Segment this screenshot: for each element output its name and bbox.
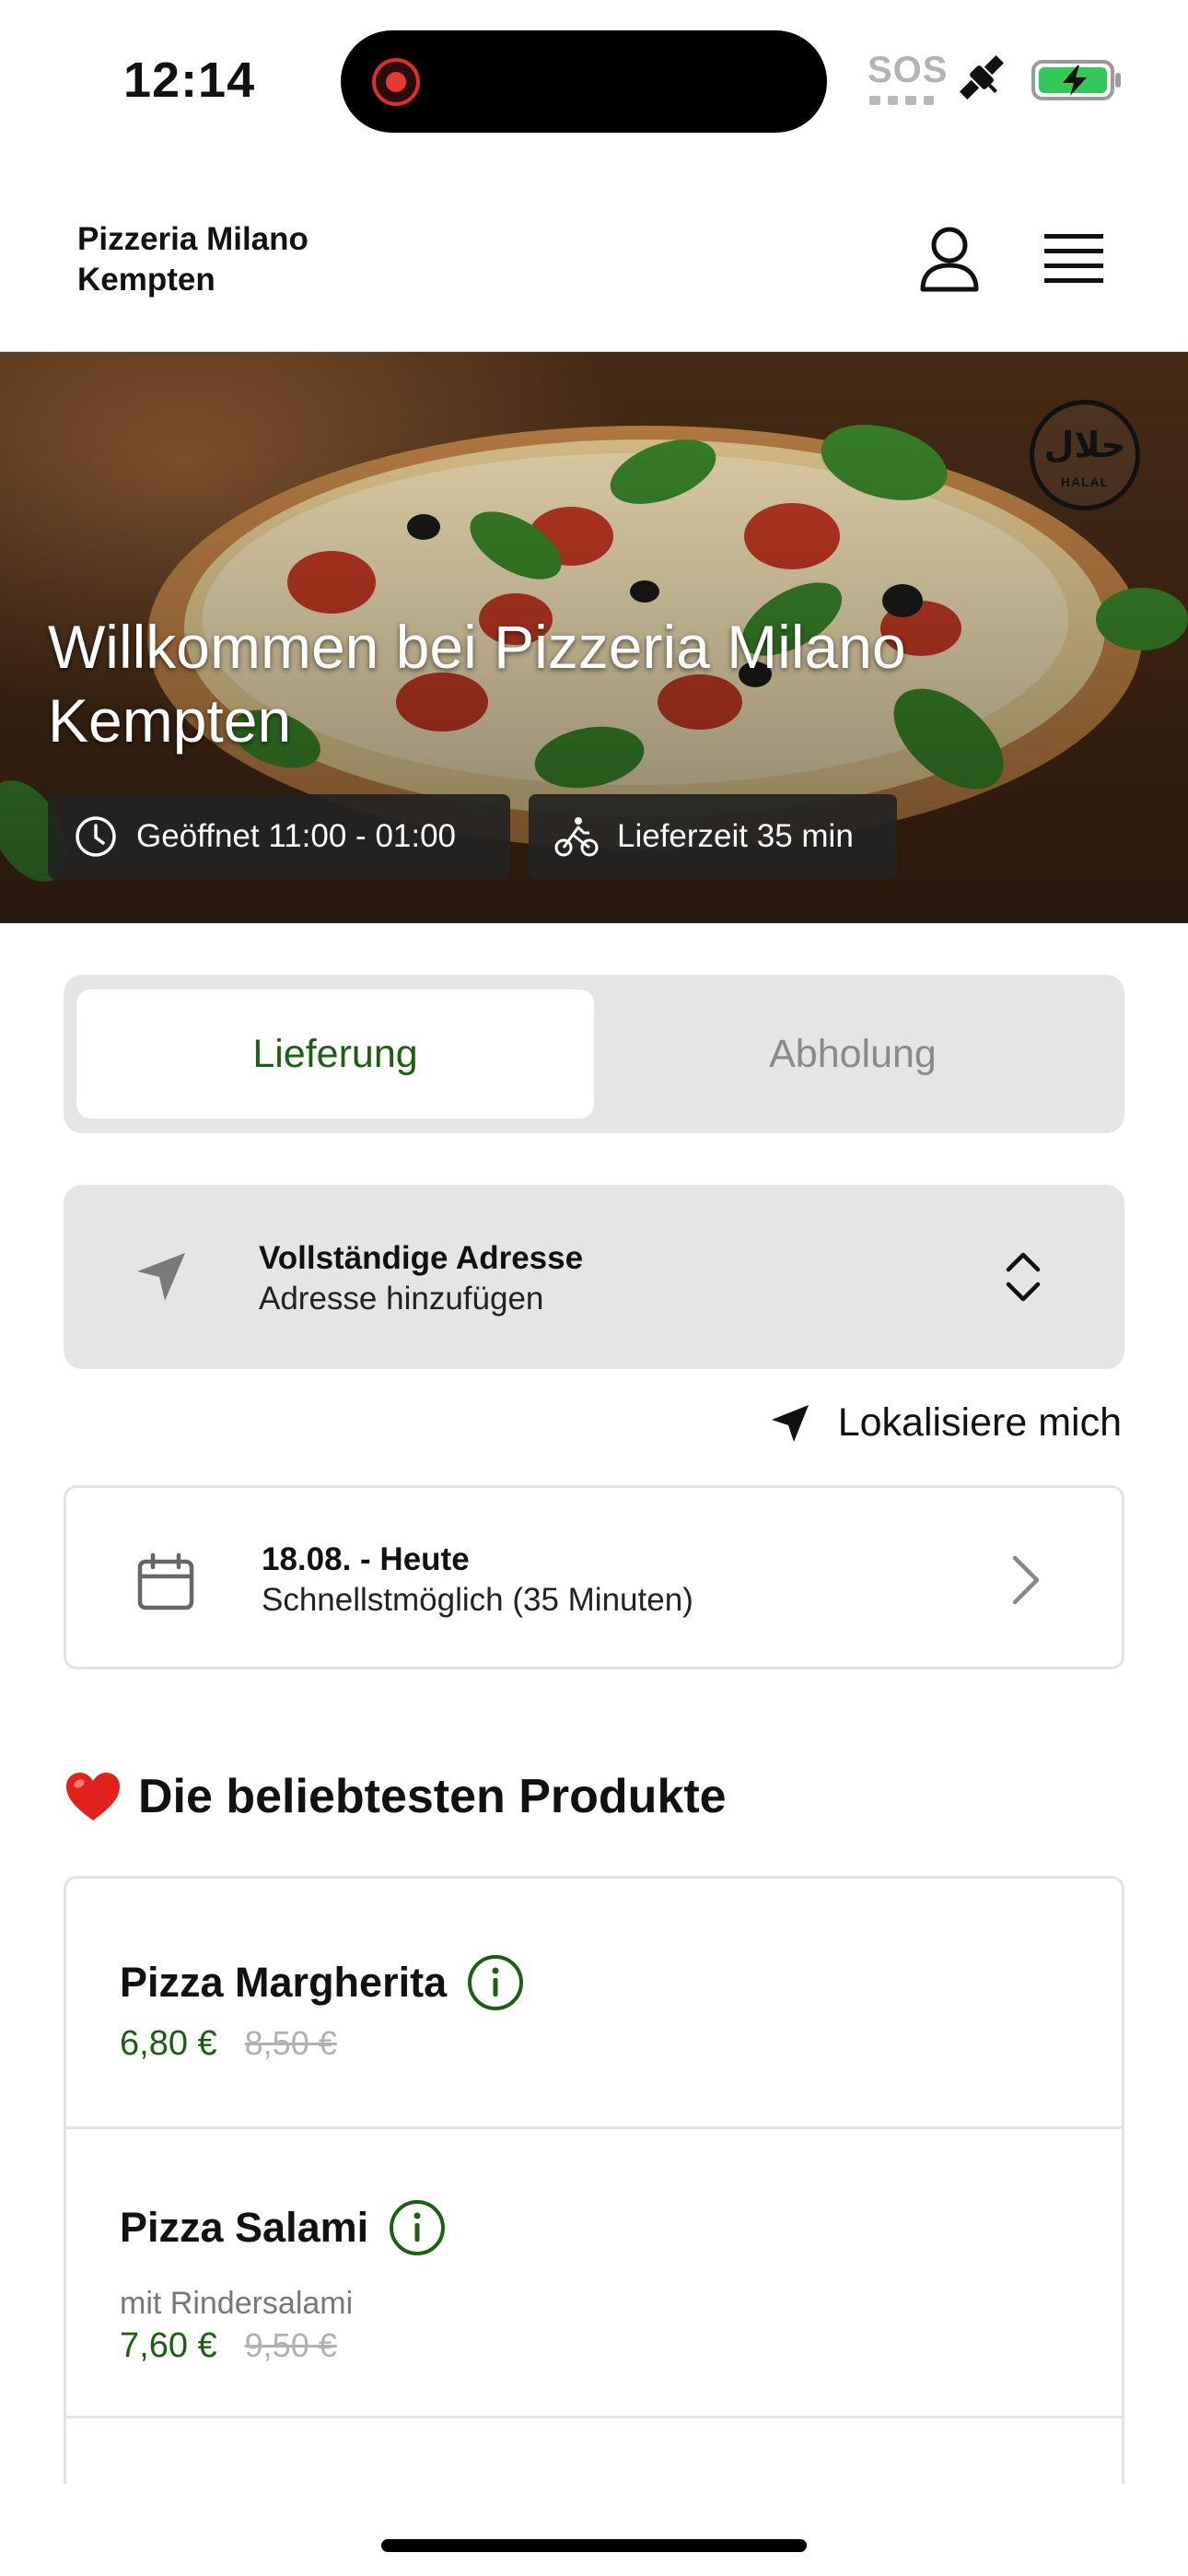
clock-icon bbox=[76, 816, 116, 857]
halal-badge: حلال HALAL bbox=[1030, 400, 1140, 510]
product-old-price: 9,50 € bbox=[244, 2326, 337, 2364]
popular-title-text: Die beliebtesten Produkte bbox=[138, 1770, 727, 1823]
hamburger-menu-icon[interactable] bbox=[1044, 232, 1103, 284]
product-prices: 7,60 € 9,50 € bbox=[120, 2326, 337, 2366]
home-indicator[interactable] bbox=[381, 2539, 807, 2552]
info-icon[interactable] bbox=[389, 2199, 446, 2256]
sos-indicator: SOS bbox=[868, 50, 949, 90]
address-subtitle: Adresse hinzufügen bbox=[259, 1281, 544, 1317]
navigation-arrow-icon bbox=[771, 1404, 809, 1442]
bicycle-courier-icon bbox=[554, 817, 599, 857]
address-selector[interactable]: Vollständige Adresse Adresse hinzufügen bbox=[64, 1185, 1124, 1369]
tab-delivery[interactable]: Lieferung bbox=[76, 989, 594, 1118]
locate-me-label: Lokalisiere mich bbox=[837, 1400, 1122, 1445]
satellite-icon bbox=[959, 54, 1005, 100]
chevron-up-down-icon bbox=[1006, 1252, 1041, 1302]
order-mode-toggle: Lieferung Abholung bbox=[64, 975, 1124, 1133]
product-name: Pizza Salami bbox=[120, 2204, 369, 2251]
product-name-row: Pizza Salami bbox=[120, 2199, 446, 2256]
schedule-time: Schnellstmöglich (35 Minuten) bbox=[262, 1582, 693, 1618]
tab-pickup[interactable]: Abholung bbox=[594, 989, 1112, 1118]
hero-banner: حلال HALAL Willkommen bei Pizzeria Milan… bbox=[0, 352, 1188, 923]
battery-charging-icon bbox=[1031, 60, 1121, 100]
dynamic-island bbox=[341, 30, 827, 133]
product-description: mit Rindersalami bbox=[120, 2286, 354, 2321]
list-item[interactable]: Pizza Salami mit Rindersalami 7,60 € 9,5… bbox=[66, 2129, 1122, 2418]
product-name-row: Pizza Margherita bbox=[120, 1954, 524, 2011]
product-price: 7,60 € bbox=[120, 2326, 217, 2365]
opening-hours-chip: Geöffnet 11:00 - 01:00 bbox=[48, 794, 510, 879]
list-item[interactable] bbox=[66, 2418, 1122, 2484]
product-list: Pizza Margherita 6,80 € 8,50 € Pizza Sal… bbox=[64, 1876, 1124, 2484]
product-old-price: 8,50 € bbox=[244, 2024, 337, 2062]
hero-title: Willkommen bei Pizzeria Milano Kempten bbox=[48, 613, 906, 755]
delivery-time-selector[interactable]: 18.08. - Heute Schnellstmöglich (35 Minu… bbox=[64, 1485, 1124, 1669]
calendar-icon bbox=[137, 1552, 194, 1610]
product-prices: 6,80 € 8,50 € bbox=[120, 2024, 337, 2064]
user-icon[interactable] bbox=[917, 225, 982, 293]
schedule-date: 18.08. - Heute bbox=[262, 1541, 470, 1577]
locate-me-button[interactable]: Lokalisiere mich bbox=[770, 1400, 1122, 1446]
delivery-time-text: Lieferzeit 35 min bbox=[617, 818, 854, 854]
heart-icon bbox=[66, 1773, 120, 1821]
halal-badge-text: HALAL bbox=[1060, 474, 1110, 489]
status-bar: 12:14 SOS bbox=[0, 0, 1188, 157]
chevron-right-icon bbox=[1012, 1555, 1040, 1605]
halal-badge-arabic: حلال bbox=[1043, 425, 1126, 465]
location-arrow-icon bbox=[137, 1253, 185, 1301]
delivery-time-chip: Lieferzeit 35 min bbox=[529, 794, 897, 879]
app-header: Pizzeria Milano Kempten bbox=[0, 157, 1188, 352]
status-time: 12:14 bbox=[123, 53, 256, 108]
popular-section-title: Die beliebtesten Produkte bbox=[64, 1769, 727, 1824]
signal-dots-icon bbox=[869, 96, 934, 105]
recording-indicator-icon bbox=[372, 58, 420, 106]
address-title: Vollständige Adresse bbox=[259, 1240, 584, 1276]
opening-hours-text: Geöffnet 11:00 - 01:00 bbox=[136, 818, 457, 854]
product-name: Pizza Margherita bbox=[120, 1959, 448, 2006]
info-icon[interactable] bbox=[467, 1954, 524, 2011]
product-price: 6,80 € bbox=[120, 2024, 217, 2063]
brand-name[interactable]: Pizzeria Milano Kempten bbox=[77, 219, 446, 300]
list-item[interactable]: Pizza Margherita 6,80 € 8,50 € bbox=[66, 1879, 1122, 2129]
